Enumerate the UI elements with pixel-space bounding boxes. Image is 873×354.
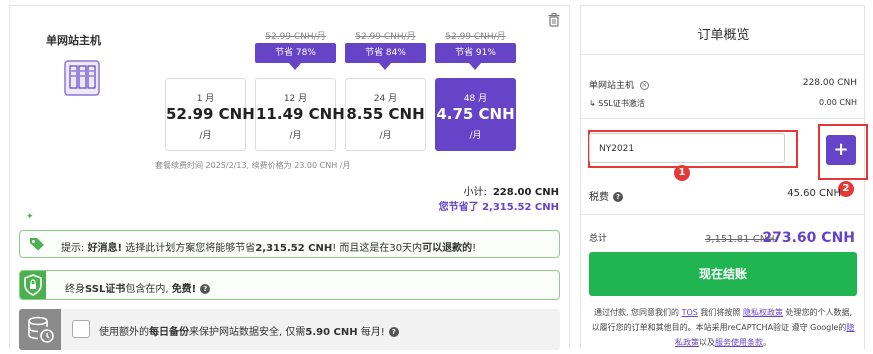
subtotal-value: 228.00 CNH <box>492 187 559 198</box>
backup-addon-text: 使用额外的每日备份来保护网站数据安全, 仅需5.90 CNH 每月!? <box>99 323 399 338</box>
annotation-badge-1: 1 <box>674 165 690 181</box>
ssl-notice-text: 终身SSL证书包含在内, 免费!? <box>65 280 211 295</box>
savings-text: 您节省了 2,315.52 CNH <box>438 202 559 213</box>
trash-icon[interactable] <box>548 13 560 27</box>
backup-database-icon <box>19 309 61 350</box>
checkout-button[interactable]: 现在结账 <box>589 252 857 296</box>
privacy-policy-link[interactable]: 隐私权政策 <box>743 308 783 317</box>
plan-48-save-badge: 节省 91% <box>435 43 516 70</box>
plan-unit: /月 <box>469 131 482 141</box>
total-label: 总计 <box>589 234 608 244</box>
plan-unit: /月 <box>199 131 212 141</box>
help-icon[interactable]: ? <box>388 327 399 337</box>
total-value: 273.60 CNH <box>762 230 855 246</box>
plan-price: 11.49 CNH <box>256 105 345 123</box>
plan-24-save-badge: 节省 84% <box>345 43 426 70</box>
plan-12-original-price: 52.99 CNH/月 <box>265 32 326 42</box>
order-summary-panel: 订单概览 单网站主机 × 228.00 CNH ↳ SSL证书激活 0.00 C… <box>580 5 868 349</box>
order-item-label: 单网站主机 <box>589 81 635 91</box>
plan-price: 52.99 CNH <box>166 105 255 123</box>
plan-24-original-price: 52.99 CNH/月 <box>355 32 416 42</box>
divider <box>581 118 864 119</box>
plan-unit: /月 <box>289 131 302 141</box>
plan-price: 4.75 CNH <box>436 105 515 123</box>
remove-item-icon[interactable]: × <box>639 81 649 90</box>
subtotal: 小计: 228.00 CNH <box>463 183 559 198</box>
order-summary-title: 订单概览 <box>697 28 750 43</box>
server-icon <box>64 60 100 96</box>
backup-checkbox[interactable] <box>72 320 90 338</box>
product-title: 单网站主机 <box>46 34 101 47</box>
tax-label: 税费 <box>589 192 609 203</box>
apply-coupon-button[interactable]: + <box>826 135 856 165</box>
plan-option-48-months[interactable]: 48 月 4.75 CNH /月 <box>435 78 516 151</box>
ssl-value: 0.00 CNH <box>819 98 857 107</box>
coupon-input[interactable]: NY2021 <box>589 133 785 163</box>
plan-months: 48 月 <box>463 94 488 104</box>
plan-months: 1 月 <box>196 94 215 104</box>
google-terms-link[interactable]: 服务使用条款 <box>715 338 763 347</box>
plan-option-1-month[interactable]: 1 月 52.99 CNH /月 <box>165 78 255 151</box>
ssl-notice: 终身SSL证书包含在内, 免费!? <box>19 270 560 300</box>
plan-12-save-badge: 节省 78% <box>255 43 336 70</box>
renewal-note: 套餐续费时间 2025/2/13, 续费价格为 23.00 CNH /月 <box>155 161 351 170</box>
tag-icon <box>30 238 44 251</box>
tax-row: 税费? 45.60 CNH <box>589 188 857 203</box>
refund-tip-text: 提示: 好消息! 选择此计划方案您将能够节省2,315.52 CNH! 而且这是… <box>61 243 477 254</box>
refund-tip-notice: 提示: 好消息! 选择此计划方案您将能够节省2,315.52 CNH! 而且这是… <box>19 230 560 258</box>
plan-48-original-price: 52.99 CNH/月 <box>445 32 506 42</box>
plan-months: 12 月 <box>283 94 308 104</box>
sparkle-icon: ✦ <box>26 212 36 222</box>
plan-price: 8.55 CNH <box>346 105 425 123</box>
subtotal-label: 小计: <box>463 187 487 198</box>
product-panel: 单网站主机 52.99 CNH/月 52.99 CNH/月 52.99 CNH/… <box>9 5 570 350</box>
daily-backup-addon: 使用额外的每日备份来保护网站数据安全, 仅需5.90 CNH 每月!? <box>19 309 560 350</box>
ssl-label: ↳ SSL证书激活 <box>589 99 645 108</box>
order-item-value: 228.00 CNH <box>802 78 857 88</box>
order-item-row: 单网站主机 × 228.00 CNH <box>589 78 857 91</box>
divider <box>581 54 864 55</box>
plan-option-24-months[interactable]: 24 月 8.55 CNH /月 <box>345 78 426 151</box>
legal-text: 通过付款, 您同意我们的 TOS 我们将按照 隐私权政策 处理您的个人数据, 以… <box>591 308 855 347</box>
shield-lock-icon <box>20 271 46 299</box>
plan-months: 24 月 <box>373 94 398 104</box>
ssl-row: ↳ SSL证书激活 0.00 CNH <box>589 98 857 109</box>
tos-link[interactable]: TOS <box>682 308 698 317</box>
tax-value: 45.60 CNH <box>787 188 841 199</box>
help-icon[interactable]: ? <box>613 192 623 202</box>
help-icon[interactable]: ? <box>200 284 211 294</box>
plan-option-12-months[interactable]: 12 月 11.49 CNH /月 <box>255 78 345 151</box>
divider <box>581 214 864 215</box>
plan-unit: /月 <box>379 131 392 141</box>
